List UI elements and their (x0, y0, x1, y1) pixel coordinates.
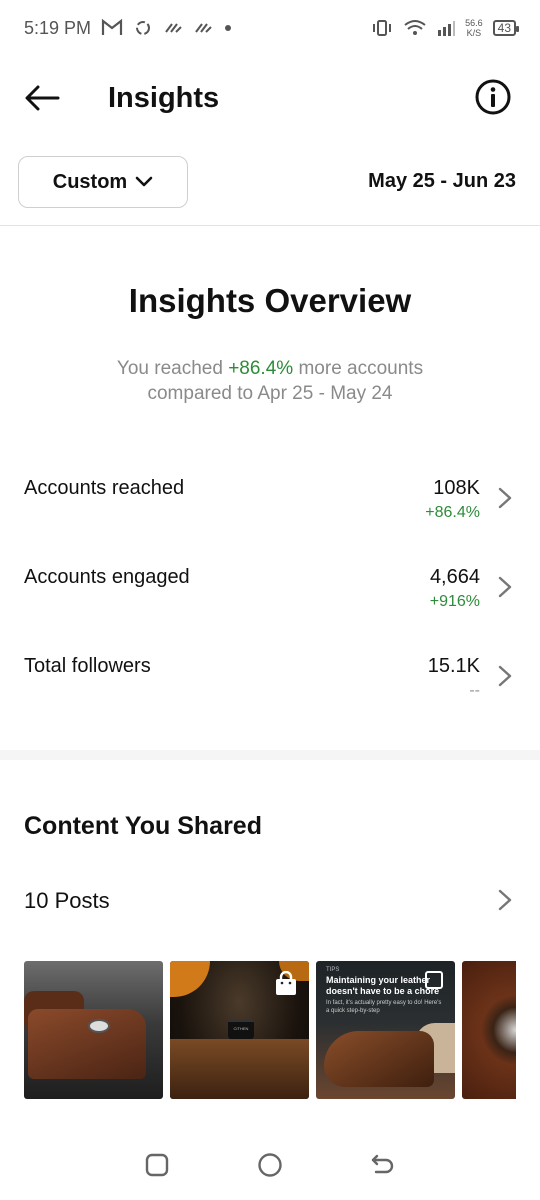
page-title: Insights (108, 82, 220, 114)
date-range: May 25 - Jun 23 (368, 170, 516, 192)
overview-sub-percent: +86.4% (228, 358, 294, 379)
post-thumbnail[interactable] (24, 961, 163, 1099)
network-speed-value: 56.6 (465, 18, 483, 28)
app-notification-icon (163, 19, 183, 37)
post-thumbnail[interactable]: TIPS Maintaining your leather doesn't ha… (316, 961, 455, 1099)
divider (0, 225, 540, 226)
metric-row-accounts-engaged[interactable]: Accounts engaged 4,664 +916% (0, 563, 540, 623)
tin-image-part (88, 1019, 110, 1033)
post-thumbnail[interactable]: CITHEN (170, 961, 309, 1099)
carousel-icon (425, 971, 443, 989)
home-button[interactable] (252, 1147, 288, 1183)
chevron-right-icon (498, 576, 512, 598)
shoe-image-part (324, 1031, 434, 1087)
circle-icon (258, 1153, 282, 1177)
network-speed: 56.6 K/S (465, 18, 483, 38)
overview-sub-prefix: You reached (116, 358, 229, 379)
posts-row[interactable]: 10 Posts (0, 884, 540, 924)
filter-row: Custom May 25 - Jun 23 (0, 156, 540, 226)
app-notification-icon-2 (193, 19, 213, 37)
overview-sub-line2: compared to Apr 25 - May 24 (147, 383, 393, 404)
signal-icon (437, 20, 456, 36)
status-right: 56.6 K/S 43 (371, 18, 520, 38)
more-notifications-dot-icon (223, 23, 233, 33)
info-button[interactable] (474, 78, 512, 116)
table-image-part (170, 1039, 309, 1099)
battery-level: 43 (497, 21, 511, 35)
posts-count-label: 10 Posts (24, 888, 110, 913)
custom-range-label: Custom (52, 170, 128, 193)
post-thumbnail[interactable] (462, 961, 516, 1099)
sync-icon (133, 18, 153, 38)
metric-label: Accounts engaged (24, 566, 190, 588)
overview-subtitle: You reached +86.4% more accounts compare… (60, 356, 480, 406)
info-icon (475, 79, 511, 115)
metric-label: Accounts reached (24, 477, 185, 499)
overview-sub-suffix: more accounts (293, 358, 424, 379)
chevron-right-icon (498, 487, 512, 509)
shopping-bag-icon (276, 971, 296, 995)
wifi-icon (403, 19, 427, 37)
thumbnail-body: In fact, it's actually pretty easy to do… (326, 1000, 442, 1014)
metric-value: 108K (433, 477, 480, 499)
metric-change: -- (469, 682, 480, 699)
chevron-down-icon (135, 176, 153, 187)
metric-row-total-followers[interactable]: Total followers 15.1K -- (0, 652, 540, 712)
vibrate-icon (371, 19, 393, 37)
status-left: 5:19 PM (24, 18, 233, 39)
custom-range-dropdown[interactable]: Custom (18, 156, 188, 208)
system-nav-bar (0, 1130, 540, 1200)
metric-row-accounts-reached[interactable]: Accounts reached 108K +86.4% (0, 474, 540, 534)
square-icon (145, 1153, 168, 1177)
back-nav-button[interactable] (365, 1147, 401, 1183)
chevron-right-icon (498, 665, 512, 687)
metric-value: 4,664 (429, 566, 480, 588)
metric-change: +86.4% (425, 504, 480, 521)
back-button[interactable] (22, 78, 62, 118)
section-separator (0, 750, 540, 760)
product-jar-label: CITHEN (233, 1026, 249, 1031)
leaf-image-part (170, 961, 210, 997)
status-bar: 5:19 PM 56.6 K/S 43 (0, 0, 540, 56)
metric-value: 15.1K (427, 655, 480, 677)
metric-label: Total followers (24, 655, 151, 677)
thumbnail-tag: TIPS (326, 967, 340, 973)
status-time: 5:19 PM (24, 17, 92, 38)
battery-icon: 43 (492, 20, 520, 36)
recent-apps-button[interactable] (139, 1147, 175, 1183)
post-thumbnails: CITHEN TIPS Maintaining your leather doe… (24, 961, 516, 1099)
gmail-icon (101, 19, 123, 37)
content-section-title: Content You Shared (24, 812, 262, 840)
overview-title: Insights Overview (128, 282, 412, 319)
arrow-left-icon (25, 85, 60, 111)
sofa-image-part (28, 1009, 146, 1079)
network-speed-unit: K/S (466, 28, 482, 38)
header: Insights (0, 56, 540, 138)
product-jar: CITHEN (228, 1019, 254, 1039)
chevron-right-icon (498, 889, 512, 911)
back-arrow-icon (372, 1154, 394, 1174)
metric-change: +916% (429, 593, 480, 610)
